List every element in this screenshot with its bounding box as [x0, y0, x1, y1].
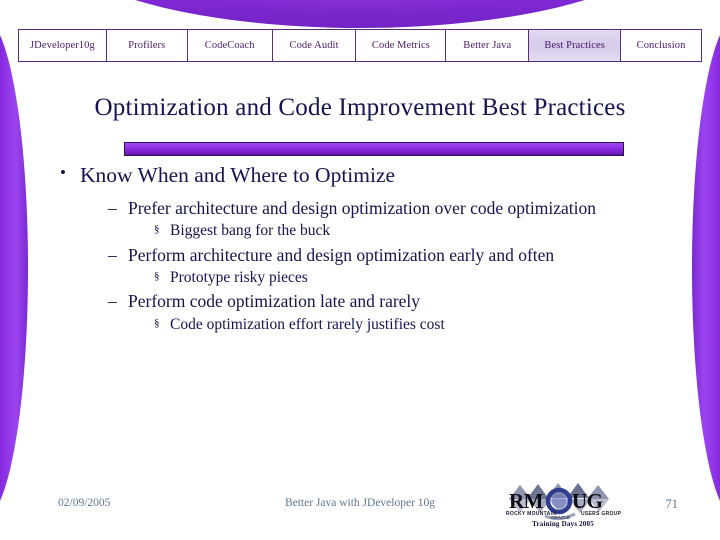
bullet-text: Prefer architecture and design optimizat… — [128, 197, 596, 218]
slide-title: Optimization and Code Improvement Best P… — [94, 94, 626, 121]
bullet-item-level-3: § Prototype risky pieces — [46, 268, 676, 288]
bullet-item-level-2: – Prefer architecture and design optimiza… — [46, 197, 676, 220]
nav-tab-best-practices[interactable]: Best Practices — [529, 30, 622, 61]
bullet-text: Code optimization effort rarely justifie… — [170, 316, 445, 334]
rmoug-logo: RM UG ROCKY MOUNTAIN USERS GROUP ORACLE … — [493, 481, 633, 537]
bullet-marker-icon: § — [154, 317, 160, 330]
bullet-item-level-2: – Perform code optimization late and rare… — [46, 290, 676, 313]
bullet-text: Biggest bang for the buck — [170, 222, 331, 240]
title-underline-bar — [124, 142, 624, 156]
bullet-marker-icon: – — [108, 197, 117, 218]
top-arc-highlight — [50, 0, 670, 28]
nav-tab-conclusion[interactable]: Conclusion — [621, 30, 701, 61]
bullet-text: Perform code optimization late and rarel… — [128, 291, 421, 312]
nav-tab-code-audit[interactable]: Code Audit — [272, 30, 357, 61]
bullet-marker-icon: § — [154, 270, 160, 283]
nav-tabbar: JDeveloper10g Profilers CodeCoach Code Audi… — [18, 29, 702, 62]
bullet-marker-icon: – — [108, 291, 117, 312]
bullet-text: Know When and Where to Optimize — [80, 163, 396, 187]
logo-tagline: Training Days 2005 — [532, 520, 594, 528]
nav-tab-better-java[interactable]: Better Java — [446, 30, 530, 61]
bullet-item-level-1: • Know When and Where to Optimize — [46, 162, 676, 189]
bullet-item-level-3: § Code optimization effort rarely justifi… — [46, 315, 676, 335]
logo-letters-left: RM — [509, 489, 544, 513]
left-edge-decoration — [0, 18, 28, 518]
bullet-item-level-2: – Perform architecture and design optimiz… — [46, 244, 676, 267]
nav-tab-profilers[interactable]: Profilers — [106, 30, 188, 61]
bullet-marker-icon: – — [108, 244, 117, 265]
nav-tab-jdeveloper10g[interactable]: JDeveloper10g — [19, 30, 107, 61]
bullet-marker-icon: § — [154, 223, 160, 236]
bullet-list: • Know When and Where to Optimize – Prefer … — [46, 162, 676, 337]
slide-canvas: JDeveloper10g Profilers CodeCoach Code Audi… — [0, 0, 720, 540]
bullet-text: Perform architecture and design optimiza… — [128, 244, 555, 265]
logo-subtitle-right: USERS GROUP — [581, 511, 622, 517]
nav-tab-codecoach[interactable]: CodeCoach — [187, 30, 273, 61]
logo-letters-right: UG — [572, 489, 603, 513]
nav-tab-code-metrics[interactable]: Code Metrics — [356, 30, 447, 61]
rmoug-logo-graphic: RM UG ROCKY MOUNTAIN USERS GROUP ORACLE — [506, 483, 622, 521]
bullet-item-level-3: § Biggest bang for the buck — [46, 221, 676, 241]
right-edge-decoration — [692, 18, 720, 518]
bullet-marker-icon: • — [60, 163, 66, 182]
footer-page-number: 71 — [665, 497, 679, 511]
bullet-text: Prototype risky pieces — [170, 269, 308, 287]
